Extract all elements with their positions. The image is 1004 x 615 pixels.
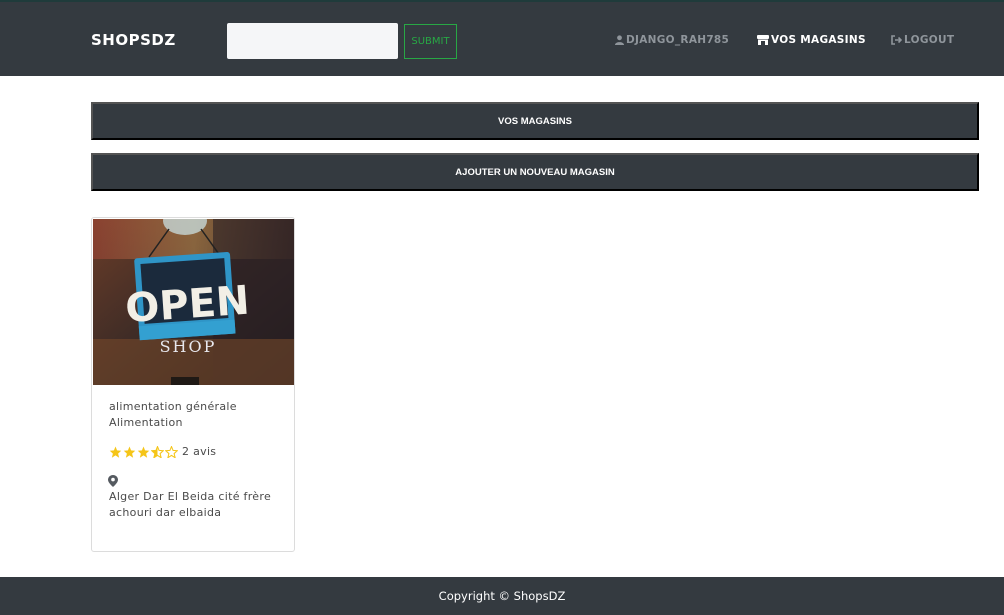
- shop-category: Alimentation: [109, 416, 183, 429]
- star-full-icon: [137, 446, 150, 458]
- shop-address-line2: achouri dar elbaida: [109, 506, 222, 519]
- nav-my-shops-label: VOS MAGASINS: [771, 34, 866, 46]
- sign-shop-text: SHOP: [160, 337, 217, 356]
- nav-user-label: DJANGO_RAH785: [626, 34, 730, 46]
- nav-user-link[interactable]: DJANGO_RAH785: [615, 34, 729, 46]
- store-icon: [757, 35, 769, 45]
- review-count[interactable]: 2 avis: [182, 445, 216, 458]
- nav-logout-link[interactable]: LOGOUT: [891, 34, 954, 46]
- star-empty-icon: [165, 445, 178, 458]
- brand-logo[interactable]: SHOPSDZ: [91, 31, 176, 49]
- star-half-icon: [151, 445, 164, 458]
- shop-address-line1: Alger Dar El Beida cité frère: [109, 490, 272, 503]
- shop-name[interactable]: alimentation générale: [109, 399, 237, 415]
- add-shop-button[interactable]: AJOUTER UN NOUVEAU MAGASIN: [91, 153, 979, 191]
- shop-card[interactable]: OPEN SHOP alimentation générale Alimenta…: [91, 217, 295, 552]
- submit-button[interactable]: SUBMIT: [404, 24, 457, 59]
- sign-out-icon: [891, 35, 902, 45]
- user-icon: [615, 35, 624, 45]
- sign-open-text: OPEN: [124, 278, 251, 333]
- star-full-icon: [109, 446, 122, 458]
- top-navbar: SHOPSDZ SUBMIT DJANGO_RAH785 VOS MAGASIN…: [0, 0, 1004, 76]
- open-shop-sign-photo: OPEN SHOP: [93, 219, 294, 385]
- search-input[interactable]: [227, 23, 398, 59]
- copyright-text: Copyright © ShopsDZ: [438, 589, 566, 603]
- rating-stars: 2 avis: [109, 445, 216, 458]
- nav-my-shops-link[interactable]: VOS MAGASINS: [757, 34, 866, 46]
- map-marker-icon: [108, 475, 118, 487]
- star-full-icon: [123, 446, 136, 458]
- footer: Copyright © ShopsDZ: [0, 577, 1004, 615]
- nav-logout-label: LOGOUT: [904, 34, 955, 46]
- my-shops-button[interactable]: VOS MAGASINS: [91, 102, 979, 140]
